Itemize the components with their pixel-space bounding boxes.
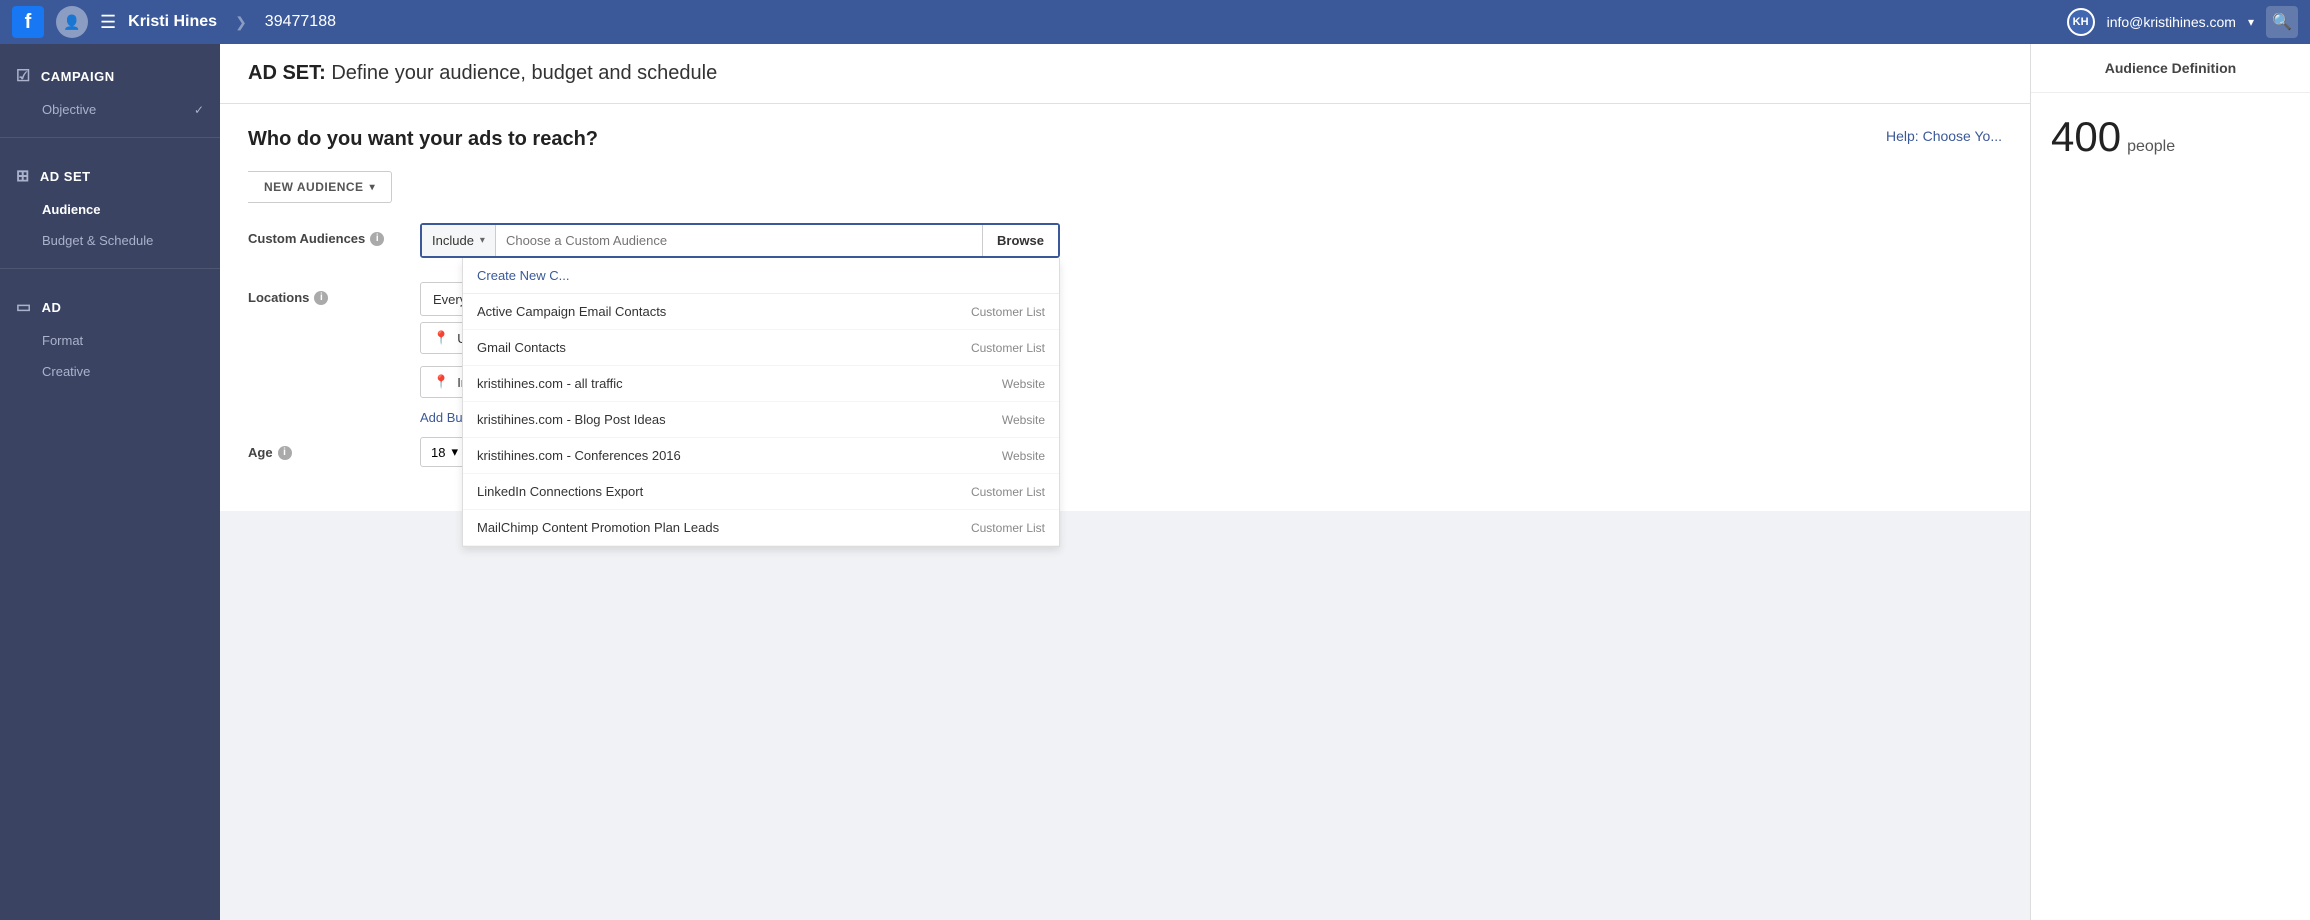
sidebar-item-objective[interactable]: Objective ✓ [0, 94, 220, 125]
browse-button[interactable]: Browse [982, 225, 1058, 256]
audience-definition-panel: Audience Definition 400 people [2030, 44, 2310, 920]
campaign-section-icon: ☑ [16, 66, 31, 86]
sidebar-ad-header: ▭ AD [0, 289, 220, 325]
age-label: Age i [248, 437, 408, 460]
adset-header: AD SET: Define your audience, budget and… [220, 44, 2030, 104]
include-location-pin-icon: 📍 [433, 374, 449, 390]
adset-section-label: AD SET [40, 169, 91, 184]
section-question: Who do you want your ads to reach? [248, 128, 598, 151]
locations-label: Locations i [248, 282, 408, 305]
user-avatar: 👤 [56, 6, 88, 38]
sidebar-item-audience[interactable]: Audience [0, 194, 220, 225]
help-link[interactable]: Help: Choose Yo... [1886, 128, 2002, 144]
location-pin-icon: 📍 [433, 330, 449, 346]
audience-size-display: 400 people [2051, 113, 2290, 161]
audience-field-container: Include ▾ Browse Create New C... Active … [420, 223, 1060, 258]
dropdown-item-2[interactable]: kristihines.com - all traffic Website [463, 366, 1059, 402]
ad-section-label: AD [42, 300, 62, 315]
audience-definition-body: 400 people [2031, 93, 2310, 189]
sidebar-adset-header: ⊞ AD SET [0, 158, 220, 194]
new-audience-tab[interactable]: NEW AUDIENCE ▾ [248, 171, 392, 203]
user-email-display: info@kristihines.com [2107, 14, 2236, 30]
dropdown-item-3[interactable]: kristihines.com - Blog Post Ideas Websit… [463, 402, 1059, 438]
audience-search-input[interactable] [496, 225, 982, 256]
facebook-logo: f [12, 6, 44, 38]
dropdown-item-6[interactable]: MailChimp Content Promotion Plan Leads C… [463, 510, 1059, 546]
sidebar-divider-2 [0, 268, 220, 269]
custom-audiences-label: Custom Audiences i [248, 223, 408, 246]
people-label: people [2127, 138, 2175, 156]
include-chevron-icon: ▾ [480, 235, 485, 246]
audience-section: Who do you want your ads to reach? Help:… [220, 104, 2030, 511]
audience-dropdown-menu: Create New C... Active Campaign Email Co… [462, 258, 1060, 547]
sidebar-campaign-header: ☑ CAMPAIGN [0, 58, 220, 94]
objective-check-icon: ✓ [194, 103, 204, 117]
sidebar-item-format[interactable]: Format [0, 325, 220, 356]
age-min-chevron: ▾ [451, 444, 458, 460]
adset-header-title: AD SET: Define your audience, budget and… [248, 62, 717, 84]
sidebar-section-adset: ⊞ AD SET Audience Budget & Schedule [0, 144, 220, 262]
dropdown-item-5[interactable]: LinkedIn Connections Export Customer Lis… [463, 474, 1059, 510]
sidebar-item-budget-schedule[interactable]: Budget & Schedule [0, 225, 220, 256]
search-button[interactable]: 🔍 [2266, 6, 2298, 38]
email-chevron-icon[interactable]: ▾ [2248, 15, 2254, 29]
user-initials-badge: KH [2067, 8, 2095, 36]
audience-input-row: Include ▾ Browse [420, 223, 1060, 258]
sidebar-section-ad: ▭ AD Format Creative [0, 275, 220, 393]
sidebar-section-campaign: ☑ CAMPAIGN Objective ✓ [0, 44, 220, 131]
hamburger-icon[interactable]: ☰ [100, 12, 116, 33]
people-count: 400 [2051, 113, 2121, 161]
dropdown-item-0[interactable]: Active Campaign Email Contacts Customer … [463, 294, 1059, 330]
nav-username: Kristi Hines [128, 13, 217, 31]
sidebar-divider-1 [0, 137, 220, 138]
campaign-section-label: CAMPAIGN [41, 69, 115, 84]
new-audience-tab-label: NEW AUDIENCE [264, 180, 364, 194]
nav-arrow-icon: ❯ [235, 14, 247, 31]
include-dropdown[interactable]: Include ▾ [422, 225, 496, 256]
age-info-icon[interactable]: i [278, 446, 292, 460]
include-label: Include [432, 233, 474, 248]
ad-section-icon: ▭ [16, 297, 32, 317]
create-new-link[interactable]: Create New C... [463, 258, 1059, 294]
dropdown-item-4[interactable]: kristihines.com - Conferences 2016 Websi… [463, 438, 1059, 474]
audience-definition-title: Audience Definition [2031, 44, 2310, 93]
custom-audiences-row: Custom Audiences i Include ▾ Browse [248, 223, 2002, 258]
sidebar: ☑ CAMPAIGN Objective ✓ ⊞ AD SET Audience… [0, 44, 220, 920]
nav-account-id: 39477188 [265, 13, 336, 31]
audience-tabs: NEW AUDIENCE ▾ [248, 171, 2002, 203]
adset-section-icon: ⊞ [16, 166, 30, 186]
locations-info-icon[interactable]: i [314, 291, 328, 305]
custom-audiences-info-icon[interactable]: i [370, 232, 384, 246]
new-audience-chevron-icon: ▾ [370, 182, 376, 193]
sidebar-item-creative[interactable]: Creative [0, 356, 220, 387]
dropdown-item-1[interactable]: Gmail Contacts Customer List [463, 330, 1059, 366]
top-navigation: f 👤 ☰ Kristi Hines ❯ 39477188 KH info@kr… [0, 0, 2310, 44]
